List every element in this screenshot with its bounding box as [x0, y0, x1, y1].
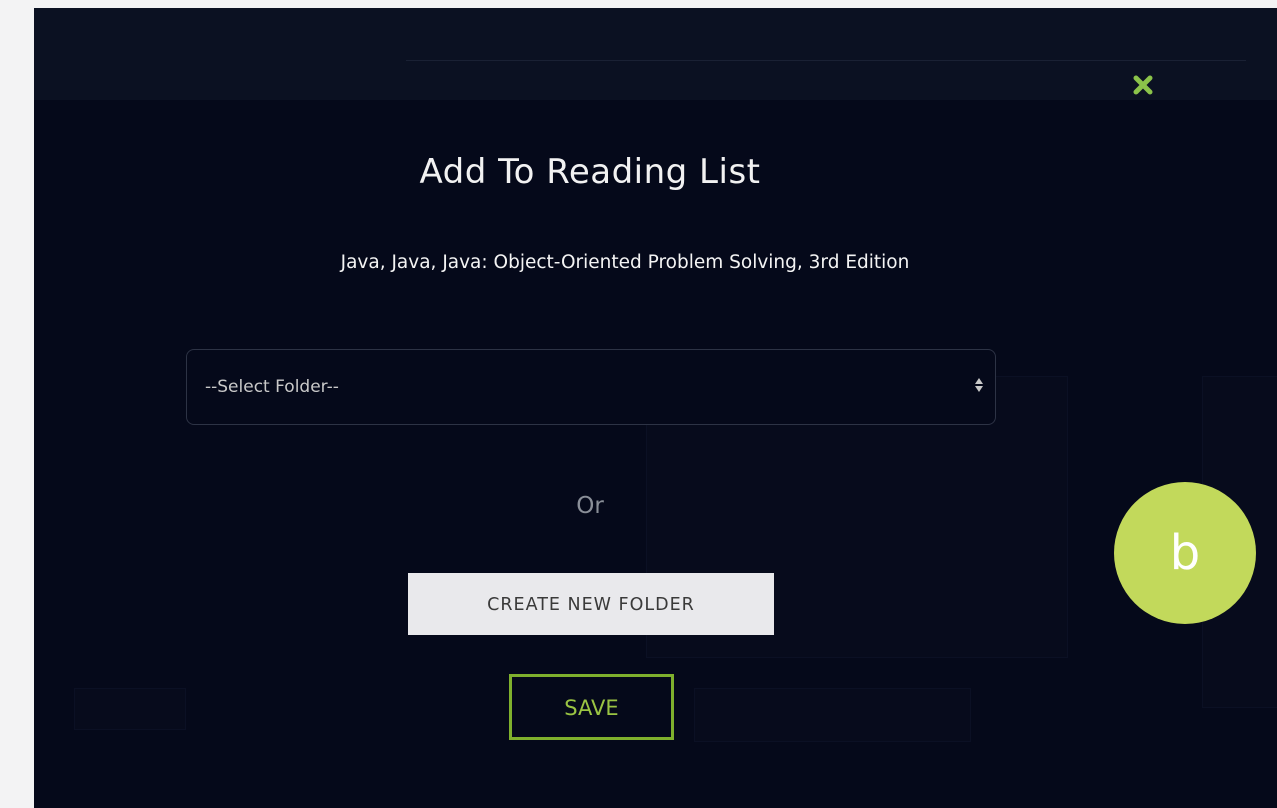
annotation-badge: b: [1114, 482, 1256, 624]
select-arrows-icon: [975, 378, 983, 392]
create-new-folder-button[interactable]: CREATE NEW FOLDER: [408, 573, 774, 635]
save-button[interactable]: SAVE: [509, 674, 674, 740]
close-button[interactable]: [1132, 74, 1154, 96]
modal-overlay: Add To Reading List Java, Java, Java: Ob…: [34, 8, 1277, 808]
book-title: Java, Java, Java: Object-Oriented Proble…: [340, 252, 910, 273]
background-panel: [694, 688, 971, 742]
or-separator: Or: [576, 493, 604, 519]
folder-select[interactable]: --Select Folder--: [186, 349, 996, 425]
modal-title: Add To Reading List: [419, 152, 761, 192]
folder-select-value: --Select Folder--: [205, 377, 339, 397]
close-x-icon: [1133, 75, 1153, 95]
background-header-divider: [406, 60, 1246, 61]
background-page-header: [34, 8, 1277, 100]
background-panel: [74, 688, 186, 730]
